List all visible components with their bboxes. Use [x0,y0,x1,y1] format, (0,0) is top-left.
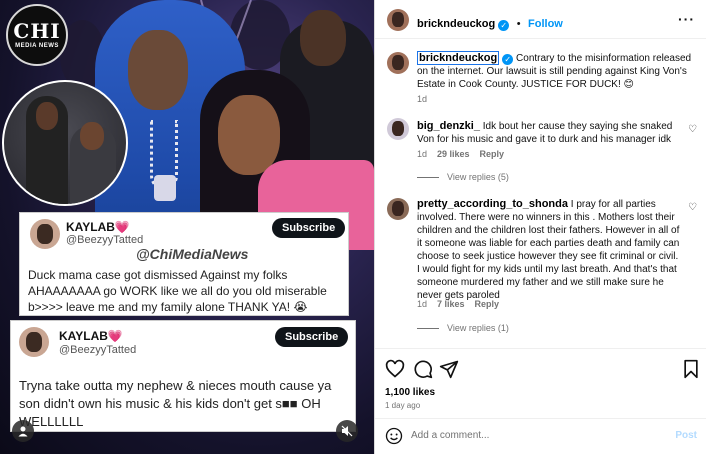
view-replies-button[interactable]: View replies (1) [417,323,509,333]
inset-photo [2,80,128,206]
reply-button[interactable]: Reply [475,299,500,309]
verified-badge-icon: ✓ [498,20,510,31]
emoji-icon[interactable] [385,427,403,445]
author-username[interactable]: brickndeuckog [417,18,495,30]
comment: big_denzki_ Idk bout her cause they sayi… [417,120,675,146]
comment-likes[interactable]: 7 likes [437,299,465,309]
comment-icon[interactable] [413,359,433,379]
post-header: brickndeuckog ✓ • Follow ··· [375,0,706,39]
more-options-icon[interactable]: ··· [678,11,695,27]
tweet-text: Tryna take outta my nephew & nieces mout… [19,378,332,429]
tweet-card: KAYLAB💗 @BeezyyTatted Subscribe Duck mam… [19,212,349,316]
bookmark-icon[interactable] [681,359,701,379]
chain-pendant [154,175,176,201]
comment-time: 1d [417,94,428,104]
comment-time: 1d [417,149,428,159]
subscribe-button: Subscribe [272,218,346,238]
comment-text: I pray for all parties involved. There w… [417,199,680,301]
like-count[interactable]: 1,100 likes [385,387,435,398]
tweet-card: KAYLAB💗 @BeezyyTatted Subscribe Tryna ta… [10,320,356,432]
heart-icon[interactable] [385,359,405,379]
add-comment-bar: Post [375,418,706,454]
person-face [300,10,346,66]
inset-person-face [80,122,104,150]
user-icon [18,426,28,437]
author-row: brickndeuckog ✓ • Follow [417,14,563,32]
tweet-avatar [30,219,60,249]
view-replies-button[interactable]: View replies (5) [417,172,509,182]
inset-person-face [36,102,58,130]
mute-button[interactable] [336,420,358,442]
speaker-muted-icon [341,425,353,437]
separator-dot: • [516,18,521,30]
tagged-users-button[interactable] [12,420,34,442]
chi-media-news-logo: CHI MEDIA NEWS [6,4,68,66]
post-panel: brickndeuckog ✓ • Follow ··· brickndeucko… [374,0,706,454]
tweet-handle: @BeezyyTatted [59,344,137,356]
follow-button[interactable]: Follow [528,18,563,30]
logo-text: CHI [13,19,61,43]
caption: brickndeuckog ✓ Contrary to the misinform… [417,51,699,91]
post-comment-button[interactable]: Post [675,430,697,441]
post-actions: 1,100 likes 1 day ago [375,348,706,416]
tweet-text: Duck mama case got dismissed Against my … [28,268,327,314]
comment-avatar[interactable] [387,118,409,140]
comment-username[interactable]: pretty_according_to_shonda [417,198,568,210]
watermark: @ChiMediaNews [136,246,249,262]
comment-avatar[interactable] [387,52,409,74]
post-media[interactable]: CHI MEDIA NEWS KAYLAB💗 @BeezyyTatted Sub… [0,0,374,454]
post-date: 1 day ago [385,401,421,410]
add-comment-input[interactable] [411,430,661,441]
comment: pretty_according_to_shonda I pray for al… [417,198,681,302]
reply-button[interactable]: Reply [480,149,505,159]
comment-username[interactable]: brickndeuckog [417,51,500,65]
comment-avatar[interactable] [387,198,409,220]
like-comment-heart-icon[interactable]: ♡ [688,124,697,135]
author-avatar[interactable] [387,9,409,31]
logo-subtext: MEDIA NEWS [15,43,59,49]
comment-meta: 1d 7 likes Reply [417,299,499,309]
like-comment-heart-icon[interactable]: ♡ [688,202,697,213]
comment-likes[interactable]: 29 likes [437,149,470,159]
comment-time: 1d [417,299,428,309]
comment-username[interactable]: big_denzki_ [417,120,480,132]
comments-list[interactable]: brickndeuckog ✓ Contrary to the misinform… [375,40,706,346]
tweet-name: KAYLAB💗 [66,220,130,234]
share-icon[interactable] [439,359,459,379]
verified-badge-icon: ✓ [502,54,514,65]
comment-meta: 1d 29 likes Reply [417,149,504,159]
tweet-avatar [19,327,49,357]
tweet-handle: @BeezyyTatted [66,234,144,246]
person-face [128,30,188,110]
tweet-name: KAYLAB💗 [59,329,123,343]
subscribe-button: Subscribe [275,327,349,347]
person-face [218,95,280,175]
